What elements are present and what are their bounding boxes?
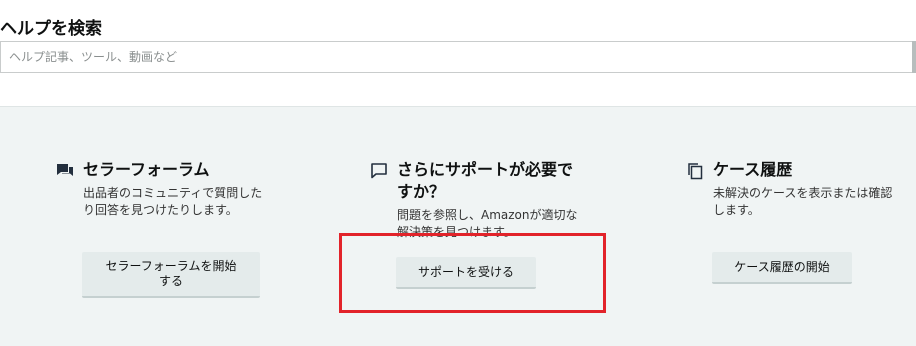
forum-icon <box>57 164 73 176</box>
chat-icon <box>371 163 387 179</box>
start-seller-forum-label-line2: する <box>158 274 183 288</box>
seller-forum-description: 出品者のコミュニティで質問した り回答を見つけたりします。 <box>83 185 276 219</box>
search-input[interactable] <box>9 42 889 72</box>
get-support-desc-line1: 問題を参照し、Amazonが適切な <box>397 208 578 222</box>
seller-forum-desc-line1: 出品者のコミュニティで質問した <box>83 186 263 200</box>
get-support-desc-line2: 解決策を見つけます。 <box>397 225 516 239</box>
search-section: ヘルプを検索 <box>0 0 916 106</box>
get-support-title-line2: すか？ <box>397 182 446 201</box>
seller-forum-title: セラーフォーラム <box>83 160 210 179</box>
case-history-desc-line2: します。 <box>713 203 760 217</box>
search-title: ヘルプを検索 <box>0 19 102 39</box>
support-panel: セラーフォーラム 出品者のコミュニティで質問した り回答を見つけたりします。 セ… <box>0 106 916 346</box>
seller-forum-desc-line2: り回答を見つけたりします。 <box>83 203 238 217</box>
search-box[interactable] <box>0 41 912 73</box>
get-support-button[interactable]: サポートを受ける <box>396 257 536 289</box>
start-seller-forum-button[interactable]: セラーフォーラムを開始 する <box>82 252 260 298</box>
case-history-button[interactable]: ケース履歴の開始 <box>712 252 852 284</box>
get-support-title: さらにサポートが必要で すか？ <box>397 159 573 203</box>
get-support-title-line1: さらにサポートが必要で <box>397 160 574 179</box>
case-history-description: 未解決のケースを表示または確認 します。 <box>713 185 901 219</box>
seller-forum-card: セラーフォーラム 出品者のコミュニティで質問した り回答を見つけたりします。 <box>56 159 276 219</box>
scrollbar[interactable] <box>912 41 916 73</box>
case-history-title: ケース履歴 <box>713 160 793 179</box>
start-seller-forum-label: セラーフォーラムを開始 する <box>106 259 237 289</box>
case-history-card: ケース履歴 未解決のケースを表示または確認 します。 <box>686 159 901 219</box>
copy-icon <box>688 163 703 180</box>
start-seller-forum-label-line1: セラーフォーラムを開始 <box>105 259 237 273</box>
get-support-description: 問題を参照し、Amazonが適切な 解決策を見つけます。 <box>397 207 600 241</box>
case-history-desc-line1: 未解決のケースを表示または確認 <box>713 186 893 200</box>
get-support-card: さらにサポートが必要で すか？ 問題を参照し、Amazonが適切な 解決策を見つ… <box>370 159 600 241</box>
